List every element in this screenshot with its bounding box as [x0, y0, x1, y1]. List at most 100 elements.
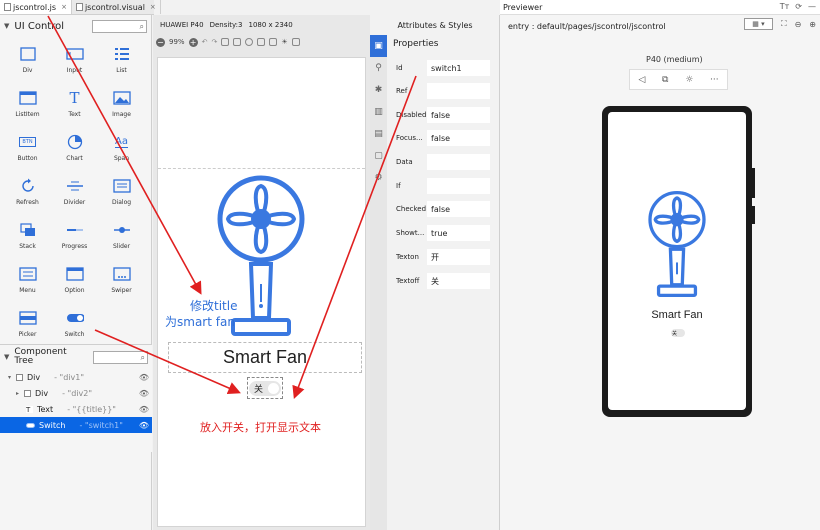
title-text: Smart Fan: [222, 347, 308, 367]
layout-dropdown[interactable]: ▦ ▾: [743, 18, 773, 30]
palette-item-div[interactable]: Div: [4, 45, 51, 81]
palette-label: Refresh: [16, 199, 39, 206]
chevron-right-icon[interactable]: ▸: [16, 390, 24, 397]
properties-icon[interactable]: ▣: [370, 35, 387, 57]
more-icon[interactable]: ···: [710, 75, 719, 85]
close-icon[interactable]: ×: [61, 3, 67, 11]
minimize-icon[interactable]: —: [808, 2, 816, 11]
redo-icon[interactable]: ↷: [211, 38, 217, 46]
tab-jscontrol-visual[interactable]: jscontrol.visual ×: [72, 0, 161, 14]
palette-label: Button: [17, 155, 38, 162]
palette-item-input[interactable]: Input: [51, 45, 98, 81]
checkbox[interactable]: [16, 373, 23, 381]
settings-gear-icon[interactable]: ⚙: [370, 167, 387, 189]
annotation-title-note-2: 为smart fan: [165, 315, 235, 329]
palette-label: Switch: [64, 331, 85, 338]
portrait-icon[interactable]: [257, 38, 266, 46]
prop-ref-input[interactable]: [427, 83, 490, 99]
palette-item-slider[interactable]: Slider: [98, 221, 145, 257]
events-icon[interactable]: ⚲: [370, 57, 387, 79]
eye-icon[interactable]: 👁: [139, 405, 149, 414]
preview-title-text: Smart Fan: [651, 309, 703, 321]
palette-item-button[interactable]: BTN Button: [4, 133, 51, 169]
prop-if-input[interactable]: [427, 178, 490, 194]
back-icon[interactable]: ◁: [638, 75, 645, 85]
palette-item-picker[interactable]: Picker: [4, 309, 51, 345]
prop-label: Disabled: [396, 111, 427, 119]
switch-component[interactable]: 关: [247, 377, 283, 399]
undo-icon[interactable]: ↶: [202, 38, 208, 46]
light-mode-icon[interactable]: ☼: [685, 75, 693, 85]
switch-toggle[interactable]: 关: [249, 380, 281, 396]
tree-row-text[interactable]: T Text - "{{title}}" 👁: [0, 401, 152, 417]
palette-item-span[interactable]: Aa Span: [98, 133, 145, 169]
rotate-icon[interactable]: [269, 38, 278, 46]
tree-row-switch[interactable]: Switch - "switch1" 👁: [0, 417, 152, 433]
prop-id-input[interactable]: switch1: [427, 60, 490, 76]
chevron-down-icon[interactable]: ▼: [4, 353, 9, 362]
palette-item-dialog[interactable]: Dialog: [98, 177, 145, 213]
feature-icon[interactable]: ▤: [370, 123, 387, 145]
component-tree-search-input[interactable]: ⌕: [93, 350, 148, 364]
prop-texton-input[interactable]: 开: [427, 249, 490, 265]
title-text-component[interactable]: Smart Fan: [168, 342, 362, 373]
chevron-down-icon[interactable]: ▼: [4, 22, 9, 30]
phone-icon[interactable]: [221, 38, 230, 46]
prop-textoff-input[interactable]: 关: [427, 273, 490, 289]
listitem-icon: [18, 89, 37, 107]
palette-item-swiper[interactable]: Swiper: [98, 265, 145, 301]
ui-control-search-input[interactable]: ⌕: [92, 19, 147, 33]
phone-screen[interactable]: Smart Fan 关: [608, 112, 746, 410]
eye-icon[interactable]: 👁: [139, 421, 149, 430]
picker-icon: [18, 309, 37, 327]
prop-disabled-select[interactable]: false: [427, 107, 490, 123]
palette-item-stack[interactable]: Stack: [4, 221, 51, 257]
device-info-bar: HUAWEI P40 Density:3 1080 x 2340: [153, 15, 370, 35]
prop-checked-select[interactable]: false: [427, 201, 490, 217]
prop-data-input[interactable]: [427, 154, 490, 170]
palette-item-progress[interactable]: Progress: [51, 221, 98, 257]
prop-focusable-select[interactable]: false: [427, 130, 490, 146]
palette-item-listitem[interactable]: ListItem: [4, 89, 51, 125]
refresh-icon[interactable]: ⟳: [795, 2, 802, 11]
palette-item-image[interactable]: Image: [98, 89, 145, 125]
rotate-icon[interactable]: ⧉: [662, 75, 668, 85]
zoom-in-icon[interactable]: ⊕: [809, 20, 816, 29]
font-icon[interactable]: Tт: [780, 2, 790, 11]
eye-icon[interactable]: 👁: [139, 389, 149, 398]
palette-item-chart[interactable]: Chart: [51, 133, 98, 169]
fullscreen-icon[interactable]: ⛶: [781, 19, 787, 29]
ui-control-header[interactable]: ▼ UI Control ⌕: [0, 15, 151, 37]
eye-icon[interactable]: 👁: [139, 373, 149, 382]
checkbox[interactable]: [24, 389, 31, 397]
border-icon[interactable]: ▢: [370, 145, 387, 167]
palette-item-list[interactable]: List: [98, 45, 145, 81]
palette-item-switch[interactable]: Switch: [51, 309, 98, 345]
palette-item-refresh[interactable]: Refresh: [4, 177, 51, 213]
preview-switch[interactable]: 关: [671, 329, 685, 337]
palette-item-text[interactable]: T Text: [51, 89, 98, 125]
chevron-down-icon[interactable]: ▾: [8, 374, 16, 381]
layout-icon[interactable]: ▥: [370, 101, 387, 123]
copy-icon[interactable]: [291, 38, 300, 46]
zoom-out-icon[interactable]: −: [156, 37, 165, 47]
palette-item-option[interactable]: Option: [51, 265, 98, 301]
device-name[interactable]: HUAWEI P40: [160, 21, 204, 29]
close-icon[interactable]: ×: [150, 3, 156, 11]
prop-checked: Checked false: [396, 201, 494, 217]
zoom-out-icon[interactable]: ⊖: [795, 20, 802, 29]
light-mode-icon[interactable]: ☀: [281, 38, 287, 46]
tab-jscontrol-js[interactable]: jscontrol.js ×: [0, 0, 72, 14]
prop-showtext-select[interactable]: true: [427, 225, 490, 241]
tablet-icon[interactable]: [233, 38, 242, 46]
general-icon[interactable]: ✱: [370, 79, 387, 101]
palette-item-divider[interactable]: Divider: [51, 177, 98, 213]
design-page[interactable]: Smart Fan 关: [157, 57, 366, 527]
zoom-in-icon[interactable]: +: [188, 37, 198, 47]
annotation-title-note-1: 修改title: [190, 299, 238, 313]
component-tree-header[interactable]: ▼ Component Tree ⌕: [0, 345, 152, 369]
watch-icon[interactable]: [245, 38, 254, 46]
tree-row-div2[interactable]: ▸ Div - "div2" 👁: [0, 385, 152, 401]
tree-row-div1[interactable]: ▾ Div - "div1" 👁: [0, 369, 152, 385]
palette-item-menu[interactable]: Menu: [4, 265, 51, 301]
